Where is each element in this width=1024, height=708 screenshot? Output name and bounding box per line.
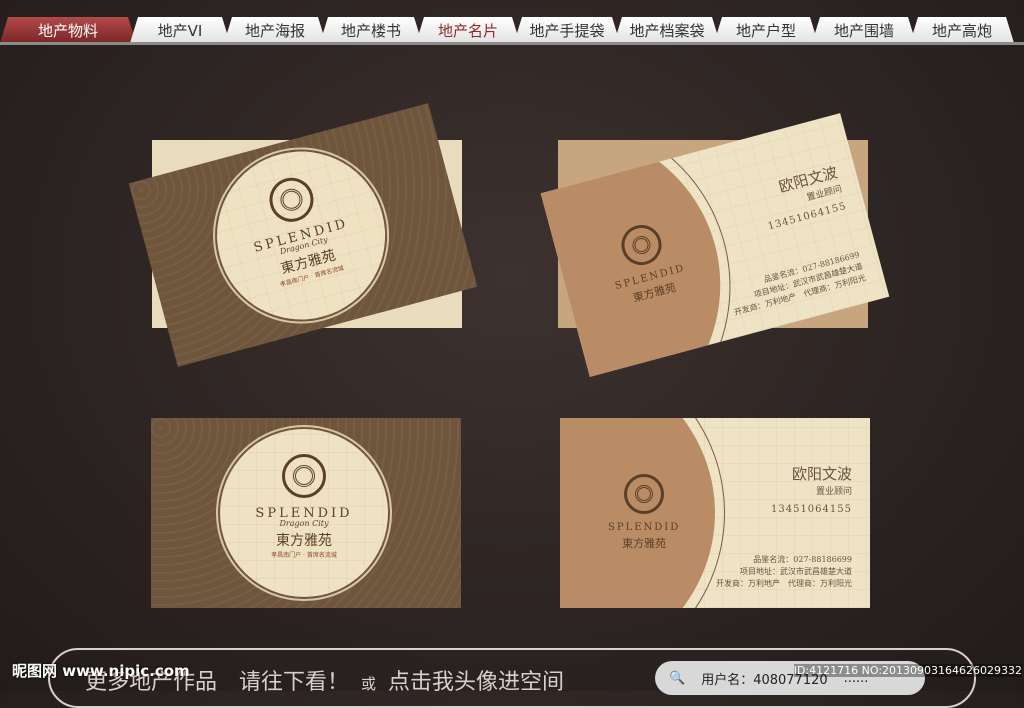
logo-icon: [282, 454, 326, 498]
brand: SPLENDID: [608, 522, 681, 533]
search-icon: 🔍: [669, 670, 686, 686]
watermark-id: ID:4121716 NO:20130903164626029332: [793, 664, 1022, 677]
tab-estate-materials[interactable]: 地产物料: [0, 17, 136, 43]
card-back: SPLENDID 東方雅苑 欧阳文波 置业顾问 13451064155 品鉴名流…: [560, 418, 870, 608]
address: 项目地址：武汉市武昌雄楚大道: [740, 567, 852, 576]
watermark-site: 昵图网 www.nipic.com: [12, 662, 190, 680]
tab-estate-wall[interactable]: 地产围墙: [812, 17, 916, 43]
tab-estate-poster[interactable]: 地产海报: [224, 17, 326, 43]
tab-bar: 地产物料 地产VI 地产海报 地产楼书 地产名片 地产手提袋 地产档案袋 地产户…: [0, 17, 1024, 43]
hotline: 品鉴名流：027-88186699: [753, 555, 852, 564]
card-front: SPLENDID Dragon City 東方雅苑 孝昌南门户 · 首席名流城: [151, 418, 461, 608]
tab-estate-floorplan[interactable]: 地产户型: [714, 17, 818, 43]
logo-disc: SPLENDID Dragon City 東方雅苑 孝昌南门户 · 首席名流城: [220, 429, 388, 597]
tagline: 孝昌南门户 · 首席名流城: [271, 552, 337, 559]
logo-icon: [624, 474, 665, 514]
phone: 13451064155: [771, 504, 852, 515]
cn-name: 東方雅苑: [622, 537, 667, 550]
tab-estate-business-card[interactable]: 地产名片: [416, 17, 520, 43]
cn-name: 東方雅苑: [276, 533, 332, 549]
phone: 13451064155: [766, 200, 848, 233]
tab-estate-vi[interactable]: 地产VI: [130, 17, 230, 43]
person-role: 置业顾问: [815, 487, 852, 497]
person-name: 欧阳文波: [791, 465, 852, 483]
logo-block: SPLENDID 東方雅苑: [608, 474, 680, 551]
tab-estate-billboard[interactable]: 地产高炮: [910, 17, 1014, 43]
logo-icon: [617, 220, 667, 270]
tab-estate-folder[interactable]: 地产档案袋: [614, 17, 720, 43]
tab-estate-handbag[interactable]: 地产手提袋: [514, 17, 620, 43]
logo-icon: [264, 172, 319, 227]
brand-sub: Dragon City: [279, 519, 329, 528]
tab-estate-brochure[interactable]: 地产楼书: [320, 17, 422, 43]
banner-or: 或: [361, 675, 377, 693]
banner-link-space[interactable]: 点击我头像进空间: [388, 670, 564, 695]
tab-underline: [0, 42, 1024, 45]
logo-disc: SPLENDID Dragon City 東方雅苑 孝昌南门户 · 首席名流城: [198, 132, 404, 339]
developer: 开发商：万利地产 代理商：万利阳光: [716, 579, 852, 588]
